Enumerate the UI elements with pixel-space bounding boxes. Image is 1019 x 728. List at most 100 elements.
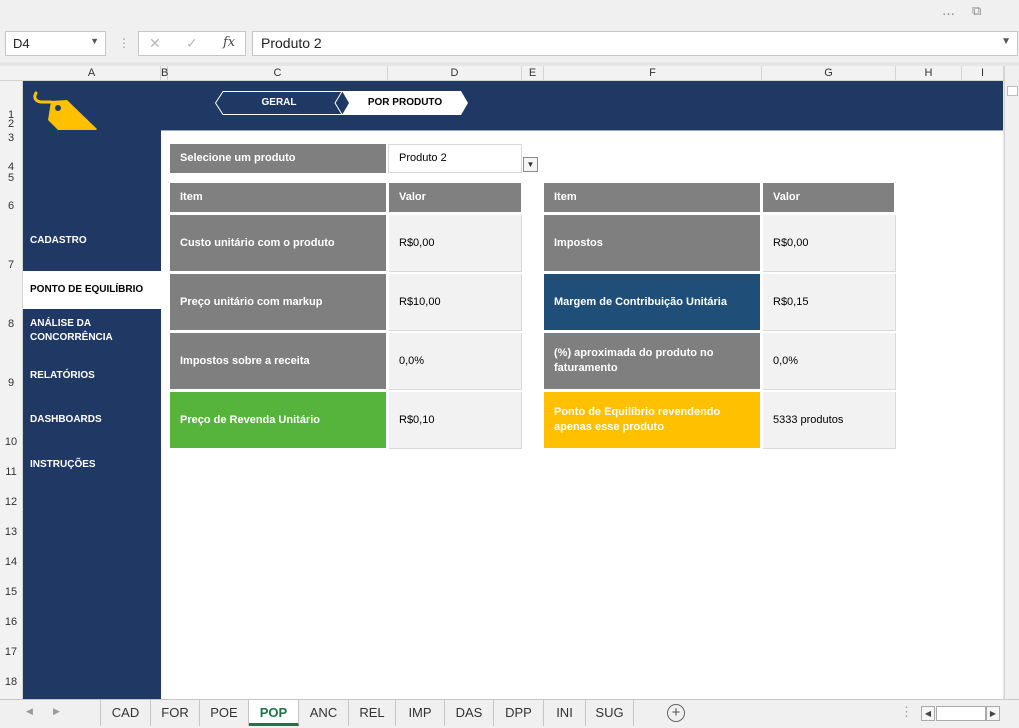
sidebar-item-cadastro[interactable]: CADASTRO bbox=[23, 234, 161, 248]
column-header[interactable]: B bbox=[161, 66, 168, 81]
left-row-label: Preço de Revenda Unitário bbox=[170, 392, 386, 448]
sheet-tab-for[interactable]: FOR bbox=[151, 700, 200, 726]
formula-content: Produto 2 bbox=[261, 35, 322, 51]
left-row-value[interactable]: 0,0% bbox=[389, 333, 522, 390]
sidebar-item-instrucoes[interactable]: INSTRUÇÕES bbox=[23, 458, 161, 472]
right-row-value[interactable]: R$0,00 bbox=[763, 215, 896, 272]
sheet-tab-sug[interactable]: SUG bbox=[586, 700, 634, 726]
left-header-item: Item bbox=[170, 183, 386, 212]
row-header[interactable]: 13 bbox=[0, 526, 22, 538]
column-header[interactable]: D bbox=[388, 66, 522, 81]
title-strip: … ⧉ bbox=[0, 0, 1019, 26]
name-box[interactable]: D4 ▼ bbox=[5, 31, 106, 56]
column-header[interactable]: E bbox=[522, 66, 544, 81]
name-box-value: D4 bbox=[13, 36, 30, 51]
drag-handle-icon[interactable]: ⋮ bbox=[118, 36, 130, 50]
column-header[interactable]: H bbox=[896, 66, 962, 81]
sheet-tab-imp[interactable]: IMP bbox=[396, 700, 445, 726]
cancel-icon[interactable]: ✕ bbox=[149, 35, 161, 52]
worksheet[interactable]: GERAL POR PRODUTO CADASTRO PONTO DE EQUI… bbox=[23, 81, 1003, 699]
row-header[interactable]: 9 bbox=[0, 377, 22, 389]
row-header[interactable]: 10 bbox=[0, 436, 22, 448]
tab-por-produto[interactable]: POR PRODUTO bbox=[342, 91, 468, 115]
scroll-thumb[interactable] bbox=[1007, 86, 1018, 96]
vertical-scrollbar[interactable] bbox=[1004, 66, 1019, 699]
sheet-tab-anc[interactable]: ANC bbox=[299, 700, 349, 726]
row-header[interactable]: 7 bbox=[0, 259, 22, 271]
scroll-left-icon[interactable]: ◀ bbox=[921, 706, 935, 721]
left-row-label: Custo unitário com o produto bbox=[170, 215, 386, 271]
row-header[interactable]: 8 bbox=[0, 318, 22, 330]
row-header[interactable]: 12 bbox=[0, 496, 22, 508]
header-band: GERAL POR PRODUTO bbox=[23, 81, 1003, 149]
row-header[interactable]: 5 bbox=[0, 172, 22, 184]
sidebar-item-analise-concorrencia[interactable]: ANÁLISE DA CONCORRÊNCIA bbox=[23, 317, 123, 345]
left-row-value[interactable]: R$0,00 bbox=[389, 215, 522, 272]
expand-formula-icon[interactable]: ▼ bbox=[1001, 36, 1011, 47]
excel-window: … ⧉ D4 ▼ ⋮ ✕ ✓ fx Produto 2 ▼ A B C D E … bbox=[0, 0, 1019, 728]
tab-geral-label: GERAL bbox=[261, 97, 297, 108]
right-row-value[interactable]: 5333 produtos bbox=[763, 392, 896, 449]
selector-label: Selecione um produto bbox=[170, 144, 386, 173]
row-header[interactable]: 18 bbox=[0, 676, 22, 688]
right-row-label: Impostos bbox=[544, 215, 760, 271]
row-header[interactable]: 16 bbox=[0, 616, 22, 628]
enter-icon[interactable]: ✓ bbox=[186, 35, 198, 52]
insert-function-icon[interactable]: fx bbox=[223, 35, 235, 50]
row-header[interactable]: 2 bbox=[0, 118, 22, 130]
right-header-value: Valor bbox=[763, 183, 894, 212]
product-select[interactable]: Produto 2 bbox=[388, 144, 522, 173]
divider bbox=[161, 130, 1003, 131]
right-row-label: Ponto de Equilíbrio revendendo apenas es… bbox=[544, 392, 760, 448]
sidebar: CADASTRO PONTO DE EQUILÍBRIO ANÁLISE DA … bbox=[23, 130, 161, 699]
scroll-tabs-right-icon[interactable]: ▶ bbox=[53, 706, 60, 717]
sheet-tab-bar: ◀ ▶ CAD FOR POE POP ANC REL IMP DAS DPP … bbox=[0, 699, 1019, 728]
scroll-tabs-left-icon[interactable]: ◀ bbox=[26, 706, 33, 717]
restore-icon[interactable]: ⧉ bbox=[972, 4, 981, 19]
column-headers: A B C D E F G H I bbox=[0, 66, 1019, 81]
sheet-tab-dpp[interactable]: DPP bbox=[494, 700, 544, 726]
more-options-icon[interactable]: … bbox=[942, 4, 955, 19]
formula-input[interactable]: Produto 2 ▼ bbox=[252, 31, 1018, 56]
column-header[interactable]: F bbox=[544, 66, 762, 81]
left-header-value: Valor bbox=[389, 183, 521, 212]
chevron-down-icon[interactable]: ▼ bbox=[90, 36, 99, 46]
sheet-tab-das[interactable]: DAS bbox=[445, 700, 494, 726]
right-row-label: Margem de Contribuição Unitária bbox=[544, 274, 760, 330]
row-header[interactable]: 3 bbox=[0, 132, 22, 144]
column-header[interactable]: I bbox=[962, 66, 1004, 81]
right-row-label: (%) aproximada do produto no faturamento bbox=[544, 333, 760, 389]
column-header[interactable]: C bbox=[168, 66, 388, 81]
chevron-down-icon[interactable]: ▼ bbox=[523, 157, 538, 172]
scroll-right-icon[interactable]: ▶ bbox=[986, 706, 1000, 721]
row-header[interactable]: 15 bbox=[0, 586, 22, 598]
horizontal-scrollbar[interactable] bbox=[936, 706, 986, 721]
row-header[interactable]: 6 bbox=[0, 200, 22, 212]
sidebar-item-dashboards[interactable]: DASHBOARDS bbox=[23, 413, 161, 427]
right-row-value[interactable]: R$0,15 bbox=[763, 274, 896, 331]
sidebar-item-ponto-de-equilibrio[interactable]: PONTO DE EQUILÍBRIO bbox=[23, 271, 161, 309]
sidebar-item-relatorios[interactable]: RELATÓRIOS bbox=[23, 369, 161, 383]
sheet-tab-poe[interactable]: POE bbox=[200, 700, 249, 726]
sheet-tab-ini[interactable]: INI bbox=[544, 700, 586, 726]
formula-bar: D4 ▼ ⋮ ✕ ✓ fx Produto 2 ▼ bbox=[0, 26, 1019, 62]
right-row-value[interactable]: 0,0% bbox=[763, 333, 896, 390]
column-header[interactable]: G bbox=[762, 66, 896, 81]
right-header-item: Item bbox=[544, 183, 760, 212]
column-header[interactable]: A bbox=[23, 66, 161, 81]
left-row-label: Preço unitário com markup bbox=[170, 274, 386, 330]
left-row-value[interactable]: R$10,00 bbox=[389, 274, 522, 331]
formula-buttons: ✕ ✓ fx bbox=[138, 31, 246, 56]
add-sheet-icon[interactable]: + bbox=[667, 704, 685, 722]
sheet-tab-pop[interactable]: POP bbox=[249, 700, 299, 726]
row-header[interactable]: 11 bbox=[0, 466, 22, 478]
left-row-value[interactable]: R$0,10 bbox=[389, 392, 522, 449]
sheet-tab-rel[interactable]: REL bbox=[349, 700, 396, 726]
row-header[interactable]: 17 bbox=[0, 646, 22, 658]
more-options-icon[interactable]: ⋮ bbox=[900, 704, 913, 720]
left-row-label: Impostos sobre a receita bbox=[170, 333, 386, 389]
tab-geral[interactable]: GERAL bbox=[215, 91, 343, 115]
row-headers: 1 2 3 4 5 6 7 8 9 10 11 12 13 14 15 16 1… bbox=[0, 81, 23, 699]
row-header[interactable]: 14 bbox=[0, 556, 22, 568]
sheet-tab-cad[interactable]: CAD bbox=[101, 700, 151, 726]
